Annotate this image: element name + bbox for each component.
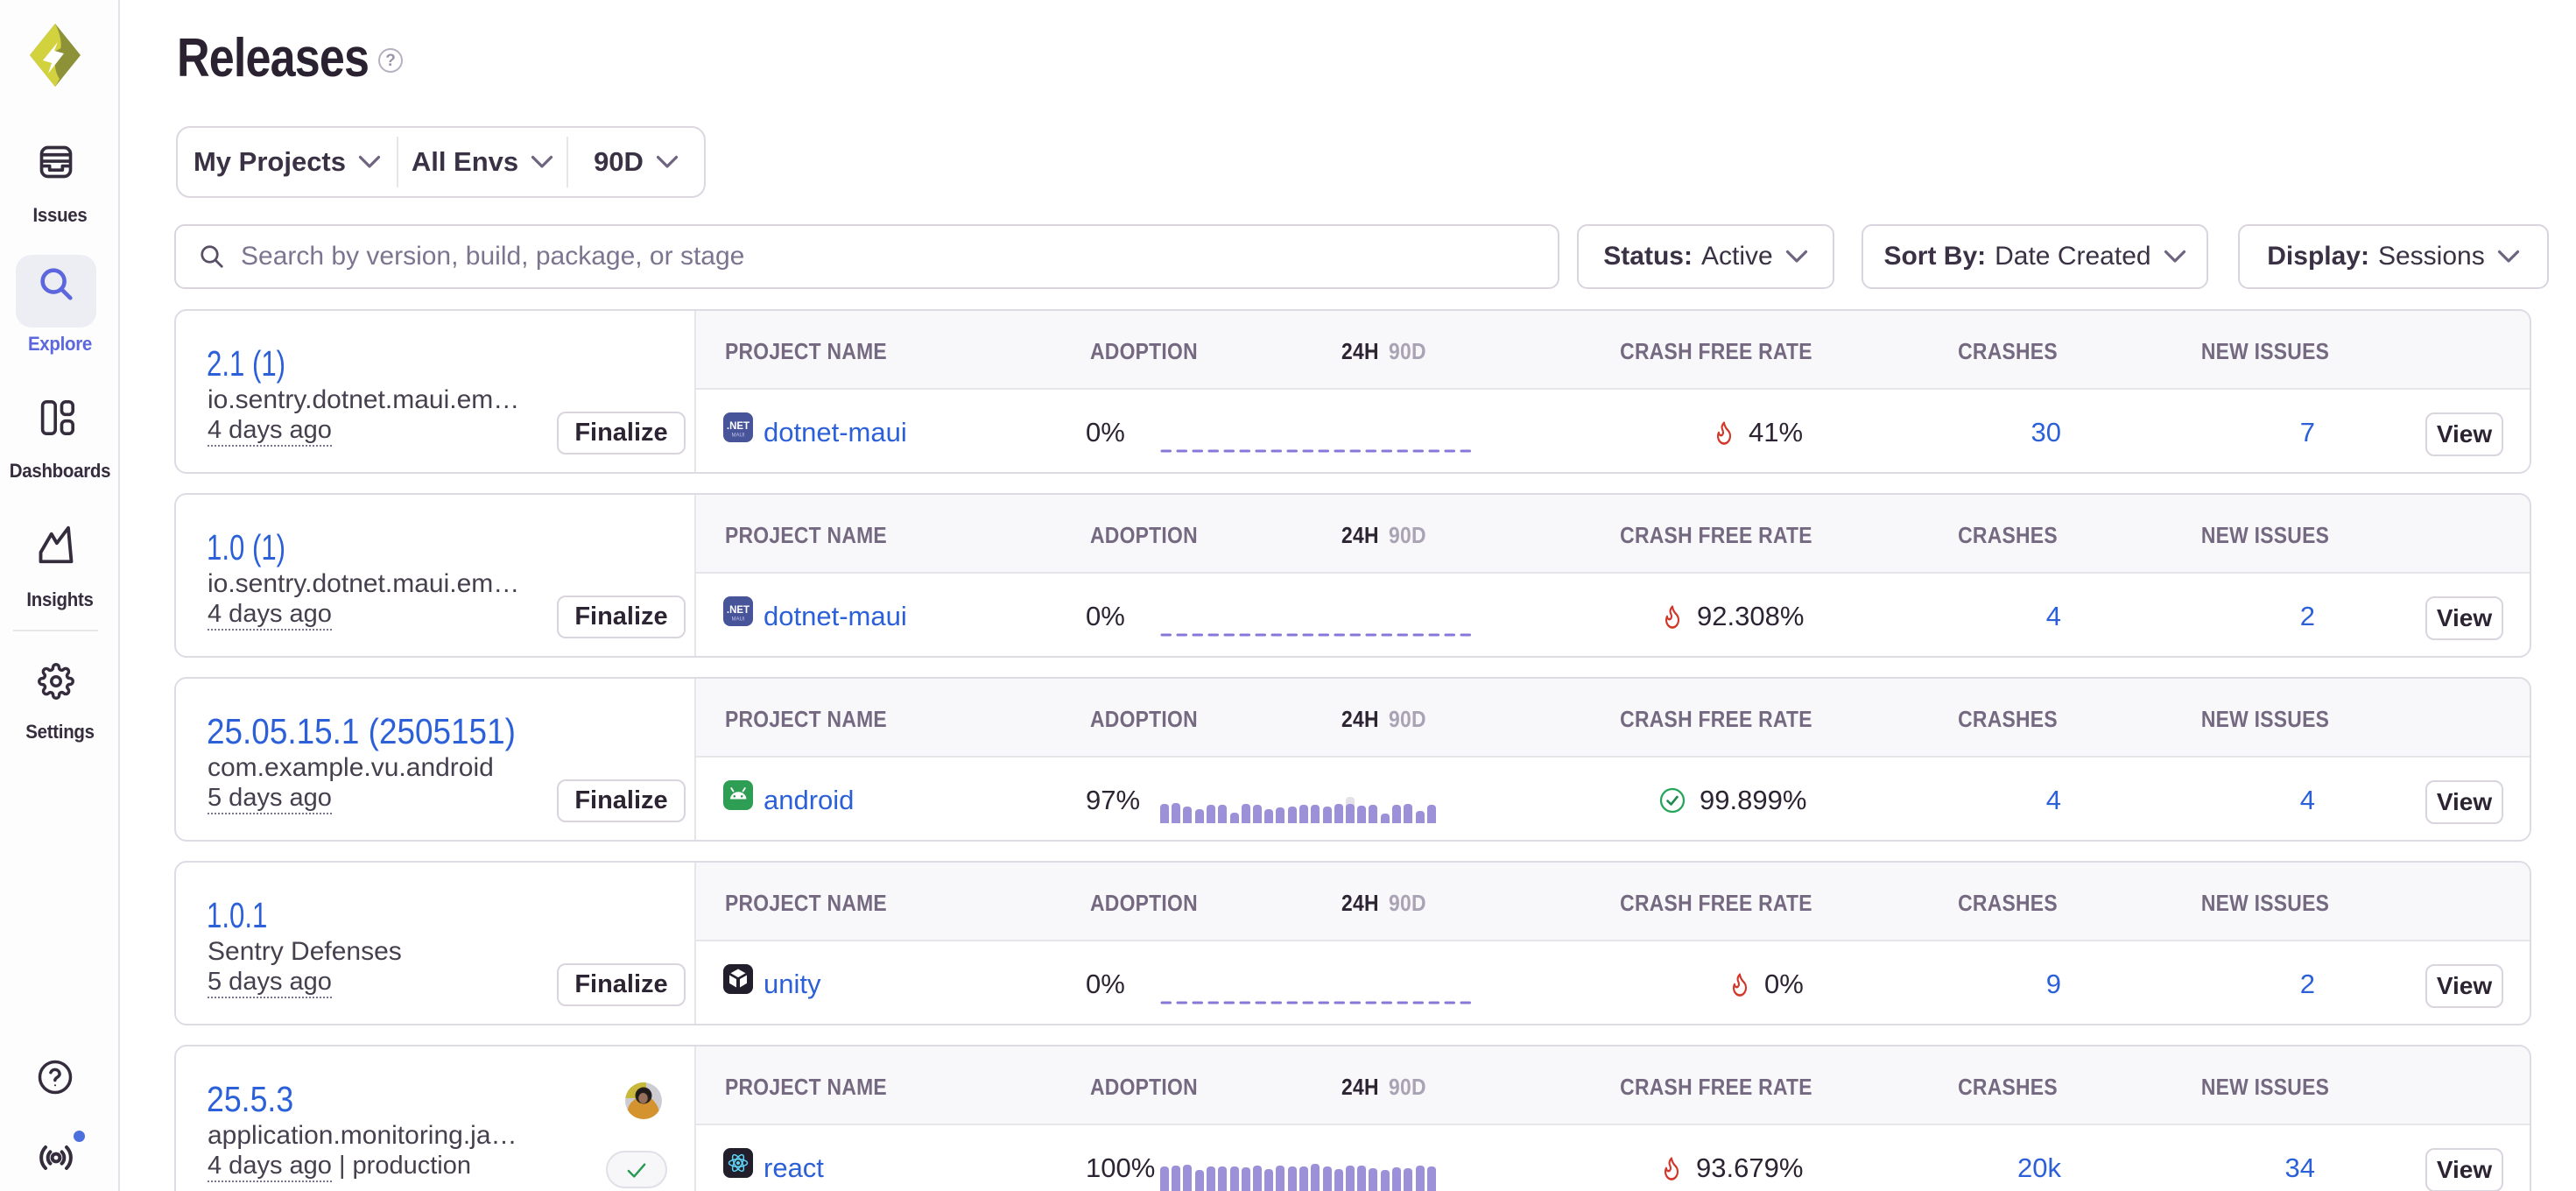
svg-text:MAUI: MAUI	[732, 617, 745, 623]
svg-text:MAUI: MAUI	[732, 433, 745, 439]
svg-text:.NET: .NET	[727, 605, 750, 616]
svg-text:.NET: .NET	[727, 421, 750, 432]
